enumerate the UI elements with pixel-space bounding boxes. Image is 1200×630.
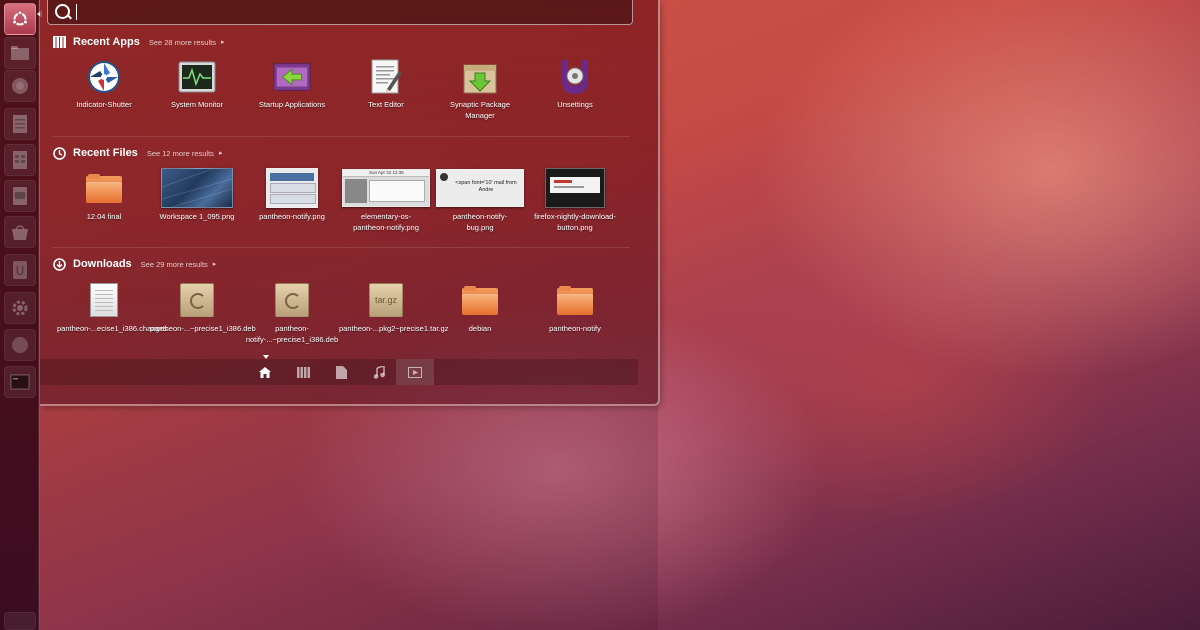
file-label: firefox-nightly-download-button.png: [534, 212, 616, 232]
search-icon: [55, 4, 70, 19]
launcher: U: [0, 0, 42, 630]
file-label: pantheon-notify-bug.png: [452, 212, 508, 232]
app-text-editor[interactable]: Text Editor: [339, 58, 433, 111]
svg-text:U: U: [16, 264, 25, 278]
image-thumbnail: Sun Apr 22 12:36: [342, 168, 430, 208]
expand-arrow-icon[interactable]: ▸: [219, 149, 223, 157]
file-label: 12.04 final: [86, 212, 122, 221]
software-center-icon[interactable]: [4, 216, 36, 248]
download-icon: [53, 257, 66, 271]
download-deb-1[interactable]: pantheon-...~precise1_i386.deb: [150, 280, 256, 335]
video-lens-icon[interactable]: [396, 359, 434, 385]
file-label: Workspace 1_095.png: [159, 212, 235, 221]
app-label: Text Editor: [368, 100, 404, 109]
see-more-results-link[interactable]: See 28 more results: [149, 38, 216, 47]
app-label: Synaptic Package Manager: [449, 100, 511, 120]
file-workspace-screenshot[interactable]: Workspace 1_095.png: [150, 168, 244, 223]
impress-icon[interactable]: [4, 180, 36, 212]
expand-arrow-icon[interactable]: ▸: [221, 38, 225, 46]
download-debian-folder[interactable]: debian: [433, 280, 527, 335]
app-label: Unsettings: [557, 100, 593, 109]
dash: Recent Apps See 28 more results ▸ Indica…: [40, 0, 660, 406]
firefox-icon[interactable]: [4, 70, 36, 102]
recent-files-header: Recent Files See 12 more results ▸: [53, 144, 222, 162]
file-label: pantheon-notify.png: [259, 212, 325, 221]
app-synaptic[interactable]: Synaptic Package Manager: [433, 58, 527, 121]
thumbnail-clock-text: Sun Apr 22 12:36: [369, 170, 404, 175]
section-title: Downloads: [73, 258, 132, 270]
app-label: System Monitor: [170, 100, 224, 109]
image-thumbnail: [544, 168, 606, 208]
terminal-icon[interactable]: [4, 366, 36, 398]
system-settings-icon[interactable]: [4, 292, 36, 324]
deb-package-icon: [272, 280, 312, 320]
files-lens-icon[interactable]: [322, 359, 360, 385]
clock-icon: [53, 146, 66, 160]
downloads-header: Downloads See 29 more results ▸: [53, 255, 216, 273]
section-divider: [52, 247, 630, 248]
folder-icon: [555, 280, 595, 320]
app-startup-applications[interactable]: Startup Applications: [245, 58, 339, 111]
file-elementary-os-pantheon-notify[interactable]: Sun Apr 22 12:36 elementary-os-pantheon-…: [339, 168, 433, 233]
download-tar-gz[interactable]: tar.gz pantheon-...pkg2~precise1.tar.gz: [339, 280, 449, 335]
app-label: Indicator-Shutter: [76, 100, 132, 109]
file-label: pantheon-notify-...~precise1_i386.deb: [245, 324, 339, 344]
deb-package-icon: [177, 280, 217, 320]
image-thumbnail: [266, 168, 318, 208]
calc-icon[interactable]: [4, 144, 36, 176]
image-thumbnail: [161, 168, 233, 208]
ubuntu-logo-icon[interactable]: [4, 3, 36, 35]
app-system-monitor[interactable]: System Monitor: [150, 58, 244, 111]
section-title: Recent Apps: [73, 36, 140, 48]
see-more-results-link[interactable]: See 29 more results: [141, 260, 208, 269]
see-more-results-link[interactable]: See 12 more results: [147, 149, 214, 158]
file-label: pantheon-...ecise1_i386.changes: [57, 324, 168, 333]
section-title: Recent Files: [73, 147, 138, 159]
app-unsettings[interactable]: Unsettings: [528, 58, 622, 111]
file-label: elementary-os-pantheon-notify.png: [353, 212, 419, 232]
download-deb-2[interactable]: pantheon-notify-...~precise1_i386.deb: [245, 280, 339, 345]
applications-lens-icon: [53, 35, 66, 49]
file-12-04-final[interactable]: 12.04 final: [57, 168, 151, 223]
folder-icon: [84, 168, 124, 208]
download-changes-file[interactable]: pantheon-...ecise1_i386.changes: [57, 280, 168, 335]
shutter-icon: [85, 58, 123, 96]
synaptic-icon: [461, 58, 499, 96]
applications-lens-icon[interactable]: [284, 359, 322, 385]
archive-type-text: tar.gz: [374, 295, 397, 305]
writer-icon[interactable]: [4, 108, 36, 140]
startup-applications-icon: [273, 58, 311, 96]
thumbnail-text: <span font='10' mail from Andre: [455, 180, 517, 193]
tar-archive-icon: tar.gz: [366, 280, 406, 320]
music-lens-icon[interactable]: [360, 359, 398, 385]
dash-backdrop: [40, 405, 658, 630]
trash-icon[interactable]: [4, 612, 36, 630]
text-editor-icon: [367, 58, 405, 96]
file-label: pantheon-...pkg2~precise1.tar.gz: [339, 324, 449, 333]
section-divider: [52, 136, 630, 137]
file-firefox-nightly-download-button[interactable]: firefox-nightly-download-button.png: [528, 168, 622, 233]
home-folder-icon[interactable]: [4, 37, 36, 69]
lens-bar: [40, 359, 638, 385]
file-label: debian: [468, 324, 492, 333]
home-lens-icon[interactable]: [246, 359, 284, 385]
file-pantheon-notify-bug[interactable]: <span font='10' mail from Andre pantheon…: [433, 168, 527, 233]
recent-apps-header: Recent Apps See 28 more results ▸: [53, 33, 224, 51]
file-pantheon-notify-png[interactable]: pantheon-notify.png: [245, 168, 339, 223]
file-label: pantheon-notify: [549, 324, 601, 333]
search-input[interactable]: [47, 0, 633, 25]
system-monitor-icon: [178, 58, 216, 96]
image-thumbnail: <span font='10' mail from Andre: [436, 168, 524, 208]
ubuntu-one-icon[interactable]: U: [4, 254, 36, 286]
folder-icon: [460, 280, 500, 320]
workspace-switcher-icon[interactable]: [4, 329, 36, 361]
text-document-icon: [84, 280, 124, 320]
text-caret: [76, 4, 77, 20]
expand-arrow-icon[interactable]: ▸: [213, 260, 217, 268]
download-pantheon-notify-folder[interactable]: pantheon-notify: [528, 280, 622, 335]
app-label: Startup Applications: [258, 100, 326, 109]
unsettings-icon: [556, 58, 594, 96]
file-label: pantheon-...~precise1_i386.deb: [150, 324, 256, 333]
app-indicator-shutter[interactable]: Indicator-Shutter: [57, 58, 151, 111]
